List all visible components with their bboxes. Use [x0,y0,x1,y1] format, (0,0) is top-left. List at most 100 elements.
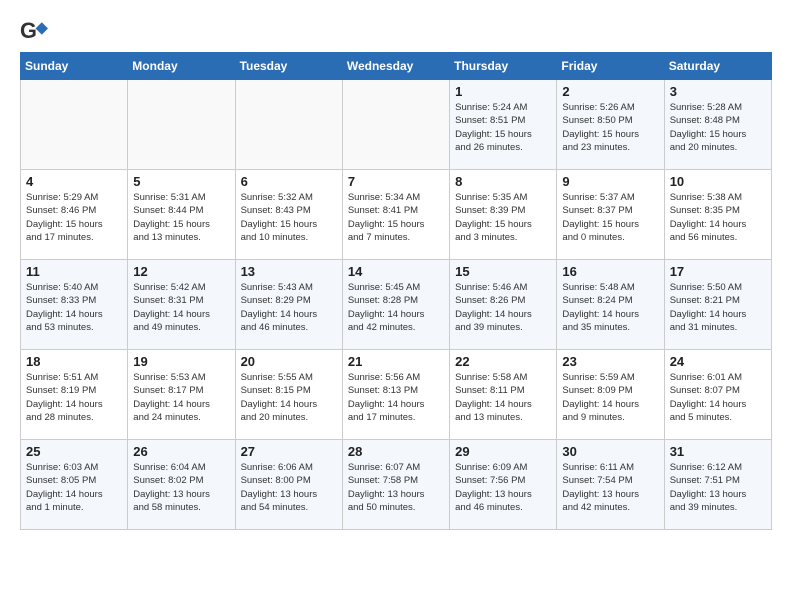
calendar-table: SundayMondayTuesdayWednesdayThursdayFrid… [20,52,772,530]
logo: G [20,16,52,44]
calendar-week-row: 11 Sunrise: 5:40 AM Sunset: 8:33 PM Dayli… [21,260,772,350]
calendar-week-row: 25Sunrise: 6:03 AM Sunset: 8:05 PM Dayli… [21,440,772,530]
calendar-cell: 27 Sunrise: 6:06 AM Sunset: 8:00 PM Dayli… [235,440,342,530]
day-info: Sunrise: 5:59 AM Sunset: 8:09 PM Dayligh… [562,371,658,424]
calendar-cell: 6 Sunrise: 5:32 AM Sunset: 8:43 PM Daylig… [235,170,342,260]
day-number: 1 [455,84,551,99]
calendar-week-row: 4 Sunrise: 5:29 AM Sunset: 8:46 PM Daylig… [21,170,772,260]
svg-text:G: G [20,18,37,43]
day-number: 28 [348,444,444,459]
day-info: Sunrise: 5:32 AM Sunset: 8:43 PM Dayligh… [241,191,337,244]
day-number: 2 [562,84,658,99]
calendar-cell [342,80,449,170]
day-info: Sunrise: 6:03 AM Sunset: 8:05 PM Dayligh… [26,461,122,514]
weekday-header-tuesday: Tuesday [235,53,342,80]
day-number: 21 [348,354,444,369]
day-info: Sunrise: 6:12 AM Sunset: 7:51 PM Dayligh… [670,461,766,514]
weekday-header-monday: Monday [128,53,235,80]
day-number: 27 [241,444,337,459]
calendar-cell: 29 Sunrise: 6:09 AM Sunset: 7:56 PM Dayli… [450,440,557,530]
day-number: 22 [455,354,551,369]
weekday-header-row: SundayMondayTuesdayWednesdayThursdayFrid… [21,53,772,80]
day-number: 9 [562,174,658,189]
day-number: 24 [670,354,766,369]
calendar-cell: 1 Sunrise: 5:24 AM Sunset: 8:51 PM Daylig… [450,80,557,170]
day-number: 10 [670,174,766,189]
calendar-cell: 20Sunrise: 5:55 AM Sunset: 8:15 PM Dayli… [235,350,342,440]
calendar-cell: 22 Sunrise: 5:58 AM Sunset: 8:11 PM Dayli… [450,350,557,440]
calendar-cell: 3 Sunrise: 5:28 AM Sunset: 8:48 PM Daylig… [664,80,771,170]
weekday-header-thursday: Thursday [450,53,557,80]
calendar-cell: 24 Sunrise: 6:01 AM Sunset: 8:07 PM Dayli… [664,350,771,440]
day-info: Sunrise: 5:35 AM Sunset: 8:39 PM Dayligh… [455,191,551,244]
page: G SundayMondayTuesdayWednesdayThursdayFr… [0,0,792,540]
calendar-cell: 5Sunrise: 5:31 AM Sunset: 8:44 PM Daylig… [128,170,235,260]
day-number: 19 [133,354,229,369]
calendar-cell: 8Sunrise: 5:35 AM Sunset: 8:39 PM Daylig… [450,170,557,260]
day-info: Sunrise: 5:53 AM Sunset: 8:17 PM Dayligh… [133,371,229,424]
calendar-cell: 7Sunrise: 5:34 AM Sunset: 8:41 PM Daylig… [342,170,449,260]
day-info: Sunrise: 5:29 AM Sunset: 8:46 PM Dayligh… [26,191,122,244]
calendar-cell: 15 Sunrise: 5:46 AM Sunset: 8:26 PM Dayli… [450,260,557,350]
weekday-header-saturday: Saturday [664,53,771,80]
day-number: 31 [670,444,766,459]
day-info: Sunrise: 5:46 AM Sunset: 8:26 PM Dayligh… [455,281,551,334]
day-number: 3 [670,84,766,99]
day-info: Sunrise: 5:45 AM Sunset: 8:28 PM Dayligh… [348,281,444,334]
day-info: Sunrise: 6:06 AM Sunset: 8:00 PM Dayligh… [241,461,337,514]
day-number: 23 [562,354,658,369]
calendar-cell: 23 Sunrise: 5:59 AM Sunset: 8:09 PM Dayli… [557,350,664,440]
calendar-cell: 28 Sunrise: 6:07 AM Sunset: 7:58 PM Dayli… [342,440,449,530]
calendar-cell: 17 Sunrise: 5:50 AM Sunset: 8:21 PM Dayli… [664,260,771,350]
header: G [20,16,772,44]
day-number: 30 [562,444,658,459]
calendar-cell: 31 Sunrise: 6:12 AM Sunset: 7:51 PM Dayli… [664,440,771,530]
weekday-header-sunday: Sunday [21,53,128,80]
day-info: Sunrise: 5:37 AM Sunset: 8:37 PM Dayligh… [562,191,658,244]
calendar-cell [235,80,342,170]
day-info: Sunrise: 5:38 AM Sunset: 8:35 PM Dayligh… [670,191,766,244]
day-info: Sunrise: 5:34 AM Sunset: 8:41 PM Dayligh… [348,191,444,244]
day-number: 5 [133,174,229,189]
day-number: 15 [455,264,551,279]
day-info: Sunrise: 5:56 AM Sunset: 8:13 PM Dayligh… [348,371,444,424]
day-number: 14 [348,264,444,279]
day-info: Sunrise: 5:40 AM Sunset: 8:33 PM Dayligh… [26,281,122,334]
calendar-cell [128,80,235,170]
calendar-cell: 9 Sunrise: 5:37 AM Sunset: 8:37 PM Daylig… [557,170,664,260]
day-number: 13 [241,264,337,279]
weekday-header-wednesday: Wednesday [342,53,449,80]
day-info: Sunrise: 6:01 AM Sunset: 8:07 PM Dayligh… [670,371,766,424]
day-info: Sunrise: 5:43 AM Sunset: 8:29 PM Dayligh… [241,281,337,334]
day-info: Sunrise: 5:24 AM Sunset: 8:51 PM Dayligh… [455,101,551,154]
day-number: 6 [241,174,337,189]
day-info: Sunrise: 5:58 AM Sunset: 8:11 PM Dayligh… [455,371,551,424]
day-number: 26 [133,444,229,459]
calendar-cell: 18 Sunrise: 5:51 AM Sunset: 8:19 PM Dayli… [21,350,128,440]
calendar-cell: 14 Sunrise: 5:45 AM Sunset: 8:28 PM Dayli… [342,260,449,350]
day-number: 18 [26,354,122,369]
calendar-week-row: 18 Sunrise: 5:51 AM Sunset: 8:19 PM Dayli… [21,350,772,440]
calendar-cell: 19 Sunrise: 5:53 AM Sunset: 8:17 PM Dayli… [128,350,235,440]
day-info: Sunrise: 5:50 AM Sunset: 8:21 PM Dayligh… [670,281,766,334]
day-number: 4 [26,174,122,189]
day-info: Sunrise: 6:07 AM Sunset: 7:58 PM Dayligh… [348,461,444,514]
day-info: Sunrise: 5:48 AM Sunset: 8:24 PM Dayligh… [562,281,658,334]
weekday-header-friday: Friday [557,53,664,80]
day-info: Sunrise: 6:11 AM Sunset: 7:54 PM Dayligh… [562,461,658,514]
day-number: 16 [562,264,658,279]
calendar-week-row: 1 Sunrise: 5:24 AM Sunset: 8:51 PM Daylig… [21,80,772,170]
day-info: Sunrise: 5:26 AM Sunset: 8:50 PM Dayligh… [562,101,658,154]
day-number: 11 [26,264,122,279]
calendar-cell: 13 Sunrise: 5:43 AM Sunset: 8:29 PM Dayli… [235,260,342,350]
logo-icon: G [20,16,48,44]
calendar-cell: 4 Sunrise: 5:29 AM Sunset: 8:46 PM Daylig… [21,170,128,260]
calendar-cell [21,80,128,170]
day-info: Sunrise: 5:51 AM Sunset: 8:19 PM Dayligh… [26,371,122,424]
day-number: 29 [455,444,551,459]
calendar-cell: 30 Sunrise: 6:11 AM Sunset: 7:54 PM Dayli… [557,440,664,530]
day-info: Sunrise: 5:28 AM Sunset: 8:48 PM Dayligh… [670,101,766,154]
day-info: Sunrise: 6:09 AM Sunset: 7:56 PM Dayligh… [455,461,551,514]
calendar-cell: 12Sunrise: 5:42 AM Sunset: 8:31 PM Dayli… [128,260,235,350]
day-number: 17 [670,264,766,279]
